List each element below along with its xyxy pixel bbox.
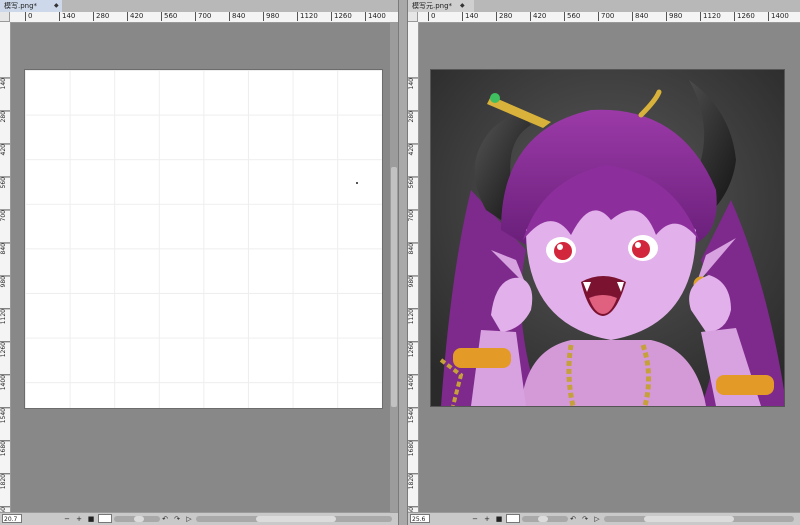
ruler-tick-label: 420 — [127, 12, 143, 21]
ruler-tick-label: 0 — [25, 12, 32, 21]
ruler-tick-label: 1120 — [408, 308, 418, 325]
ruler-tick-label: 1120 — [297, 12, 318, 21]
left-document-tab[interactable]: 模写.png* — [0, 0, 62, 12]
ruler-tick-label: 980 — [263, 12, 279, 21]
left-eye-highlight — [557, 244, 563, 250]
reference-illustration[interactable] — [431, 70, 784, 406]
ruler-tick-label: 1540 — [0, 407, 10, 424]
ruler-tick-label: 1820 — [0, 473, 10, 490]
ruler-tick-label: 1680 — [0, 440, 10, 457]
ruler-corner — [0, 12, 10, 22]
pin-gem — [490, 93, 500, 103]
ruler-tick-label: 140 — [59, 12, 75, 21]
ruler-tick-label: 560 — [564, 12, 580, 21]
ruler-tick-label: 1400 — [365, 12, 386, 21]
ruler-tick-label: 560 — [161, 12, 177, 21]
flip-icon[interactable]: ▷ — [592, 513, 602, 525]
ruler-tick-label: 1680 — [408, 440, 418, 457]
right-status-bar: 25.6 − + ■ ↶ ↷ ▷ — [408, 512, 800, 525]
right-bracelet — [716, 375, 774, 395]
ruler-tick-label: 1120 — [0, 308, 10, 325]
character-illustration — [431, 70, 784, 406]
ruler-tick-label: 280 — [93, 12, 109, 21]
ruler-tick-label: 1540 — [408, 407, 418, 424]
ruler-tick-label: 980 — [666, 12, 682, 21]
close-tab-icon[interactable]: ◆ — [54, 0, 59, 12]
fit-icon[interactable]: ■ — [494, 513, 504, 525]
ruler-tick-label: 420 — [530, 12, 546, 21]
left-iris — [554, 242, 572, 260]
zoom-field[interactable]: 25.6 — [410, 514, 430, 523]
ruler-tick-label: 840 — [632, 12, 648, 21]
ruler-tick-label: 280 — [496, 12, 512, 21]
close-tab-icon[interactable]: ◆ — [460, 0, 465, 12]
scroll-thumb[interactable] — [391, 167, 397, 407]
zoom-in-icon[interactable]: + — [482, 513, 492, 525]
angle-field[interactable] — [506, 514, 520, 523]
right-eye-highlight — [635, 242, 641, 248]
vertical-scrollbar[interactable] — [390, 22, 398, 513]
ruler-tick-label: 420 — [408, 143, 418, 156]
horizontal-ruler: 01402804205607008409801120126014001540 — [418, 12, 800, 23]
fit-icon[interactable]: ■ — [86, 513, 96, 525]
ruler-tick-label: 140 — [0, 77, 10, 90]
zoom-in-icon[interactable]: + — [74, 513, 84, 525]
rotate-right-icon[interactable]: ↷ — [172, 513, 182, 525]
zoom-out-icon[interactable]: − — [470, 513, 480, 525]
ruler-tick-label: 280 — [408, 110, 418, 123]
left-document-pane: 模写.png* ◆ 0 140 280 420 560 700 840 980 1120 1260… — [0, 0, 398, 525]
ruler-tick-label: 1820 — [408, 473, 418, 490]
rotate-right-icon[interactable]: ↷ — [580, 513, 590, 525]
cursor-dot — [356, 182, 358, 184]
left-bracelet — [453, 348, 511, 368]
ruler-tick-label: 1120 — [700, 12, 721, 21]
ruler-tick-label: 700 — [0, 209, 10, 222]
angle-field[interactable] — [98, 514, 112, 523]
zoom-slider[interactable] — [114, 516, 160, 522]
ruler-tick-label: 420 — [0, 143, 10, 156]
ruler-tick-label: 840 — [0, 242, 10, 255]
zoom-out-icon[interactable]: − — [62, 513, 72, 525]
ruler-tick-label: 840 — [229, 12, 245, 21]
ruler-tick-label: 700 — [408, 209, 418, 222]
ruler-corner — [408, 12, 418, 22]
zoom-slider[interactable] — [522, 516, 568, 522]
rotate-left-icon[interactable]: ↶ — [568, 513, 578, 525]
ruler-tick-label: 980 — [0, 275, 10, 288]
ruler-tick-label: 280 — [0, 110, 10, 123]
ruler-tick-label: 1400 — [408, 374, 418, 391]
blank-canvas[interactable] — [25, 70, 382, 408]
left-status-bar: 20.7 − + ■ ↶ ↷ ▷ — [0, 512, 398, 525]
horizontal-scrollbar[interactable] — [196, 516, 392, 522]
horizontal-ruler: 01402804205607008409801120126014001540 — [10, 12, 398, 23]
ruler-tick-label: 980 — [408, 275, 418, 288]
vertical-ruler: 140 280 420 560 700 840 980 1120 1260 1400 1540 168… — [408, 22, 419, 513]
ruler-tick-label: 1260 — [408, 341, 418, 358]
ruler-tick-label: 840 — [408, 242, 418, 255]
ruler-tick-label: 1260 — [0, 341, 10, 358]
ruler-tick-label: 140 — [462, 12, 478, 21]
ruler-tick-label: 700 — [195, 12, 211, 21]
ruler-tick-label: 560 — [408, 176, 418, 189]
rotate-left-icon[interactable]: ↶ — [160, 513, 170, 525]
ruler-tick-label: 1400 — [0, 374, 10, 391]
flip-icon[interactable]: ▷ — [184, 513, 194, 525]
ruler-tick-label: 700 — [598, 12, 614, 21]
right-iris — [632, 240, 650, 258]
ruler-tick-label: 140 — [408, 77, 418, 90]
ruler-tick-label: 1400 — [768, 12, 789, 21]
pane-splitter[interactable] — [398, 0, 408, 525]
zoom-field[interactable]: 20.7 — [2, 514, 22, 523]
ruler-tick-label: 0 — [428, 12, 435, 21]
ruler-tick-label: 560 — [0, 176, 10, 189]
ruler-tick-label: 1260 — [331, 12, 352, 21]
horizontal-scrollbar[interactable] — [604, 516, 794, 522]
ruler-tick-label: 1260 — [734, 12, 755, 21]
vertical-ruler: 140 280 420 560 700 840 980 1120 1260 1400 1540 168… — [0, 22, 11, 513]
